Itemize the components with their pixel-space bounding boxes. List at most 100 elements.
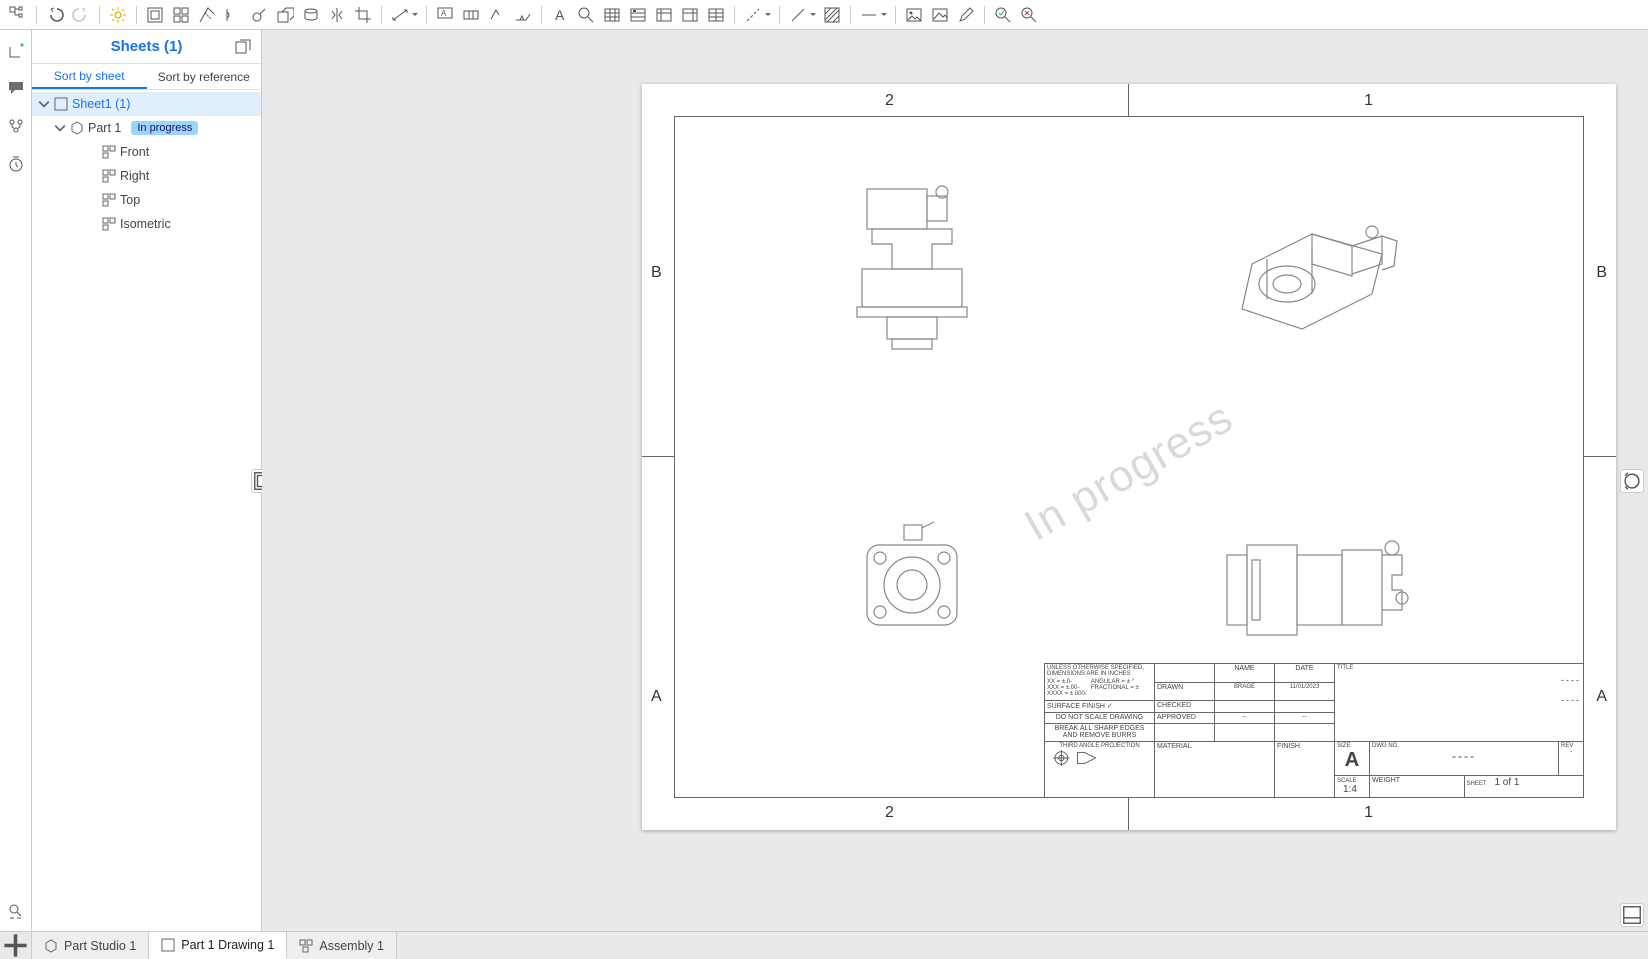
left-rail [0, 30, 32, 931]
dimension-icon[interactable] [388, 3, 412, 27]
revolve-section-icon[interactable] [299, 3, 323, 27]
drawing-sheet[interactable]: 2 1 2 1 B B A A [642, 84, 1616, 830]
zone-divider [1584, 456, 1616, 457]
add-tab-button[interactable] [0, 932, 32, 959]
zone-divider [1128, 798, 1129, 830]
note-icon[interactable]: A [433, 3, 457, 27]
chat-icon[interactable] [4, 76, 28, 100]
zone-label: 1 [1364, 804, 1373, 822]
drawing-view-front[interactable] [842, 184, 982, 354]
drawing-view-right[interactable] [1222, 530, 1412, 650]
tb-title-h: TITLE [1337, 665, 1581, 671]
zone-divider [642, 456, 674, 457]
crop-icon[interactable] [351, 3, 375, 27]
mirror-view-icon[interactable] [325, 3, 349, 27]
redo-icon[interactable] [69, 3, 93, 27]
picture-icon[interactable] [928, 3, 952, 27]
gear-icon[interactable] [106, 3, 130, 27]
versions-icon[interactable] [4, 114, 28, 138]
tb-spec: UNLESS OTHERWISE SPECIFIED, DIMENSIONS A… [1047, 665, 1152, 677]
tb-date-h: DATE [1275, 664, 1335, 683]
insert-view-icon[interactable] [143, 3, 167, 27]
revision-table-icon[interactable] [678, 3, 702, 27]
tab-drawing[interactable]: Part 1 Drawing 1 [149, 932, 287, 959]
inspect-pass-icon[interactable] [991, 3, 1015, 27]
tab-part-studio[interactable]: Part Studio 1 [32, 932, 149, 959]
tab-label: Part Studio 1 [64, 939, 136, 953]
tree-view-top[interactable]: Top [32, 188, 261, 212]
undo-icon[interactable] [43, 3, 67, 27]
tree-sheet-label: Sheet1 (1) [72, 97, 130, 111]
separator [779, 6, 780, 24]
weld-icon[interactable] [511, 3, 535, 27]
break-view-icon[interactable] [221, 3, 245, 27]
magnify-icon[interactable] [574, 3, 598, 27]
tree-sheet[interactable]: Sheet1 (1) [32, 92, 261, 116]
separator [895, 6, 896, 24]
tb-size-v: A [1337, 749, 1367, 772]
hatch-icon[interactable] [820, 3, 844, 27]
zone-label: 2 [885, 92, 894, 110]
tree-part[interactable]: Part 1 In progress [32, 116, 261, 140]
sort-by-sheet-tab[interactable]: Sort by sheet [32, 64, 147, 89]
drawing-view-isometric[interactable] [1222, 194, 1422, 354]
part-studio-icon [44, 939, 58, 953]
text-icon[interactable]: A [548, 3, 572, 27]
auxiliary-view-icon[interactable] [273, 3, 297, 27]
tree-view-right[interactable]: Right [32, 164, 261, 188]
section-view-icon[interactable] [195, 3, 219, 27]
zone-label: A [651, 688, 662, 706]
cut-list-icon[interactable] [704, 3, 728, 27]
separator [734, 6, 735, 24]
centerline-icon[interactable] [741, 3, 765, 27]
separator [381, 6, 382, 24]
drawing-canvas[interactable]: 2 1 2 1 B B A A [262, 30, 1648, 931]
bom-icon[interactable] [652, 3, 676, 27]
history-icon[interactable] [4, 152, 28, 176]
table-icon[interactable] [600, 3, 624, 27]
bottom-panel-toggle-icon[interactable] [1620, 903, 1644, 927]
inspect-fail-icon[interactable] [1017, 3, 1041, 27]
tab-assembly[interactable]: Assembly 1 [287, 932, 397, 959]
tb-sheet-v: 1 of 1 [1494, 777, 1519, 788]
panel-title: Sheets (1) [111, 38, 183, 55]
image-icon[interactable] [902, 3, 926, 27]
chevron-down-icon[interactable] [54, 122, 66, 134]
line-style-icon[interactable] [857, 3, 881, 27]
tb-rev-v: - [1561, 749, 1581, 756]
separator [541, 6, 542, 24]
hole-table-icon[interactable] [626, 3, 650, 27]
sheet-icon [54, 97, 68, 111]
search-tree-icon[interactable] [4, 899, 28, 923]
tree-view-isometric[interactable]: Isometric [32, 212, 261, 236]
title-block[interactable]: UNLESS OTHERWISE SPECIFIED, DIMENSIONS A… [1044, 663, 1584, 798]
view-icon [102, 217, 116, 231]
tree-view-front[interactable]: Front [32, 140, 261, 164]
sort-tabs: Sort by sheet Sort by reference [32, 64, 261, 90]
tb-weight-h: WEIGHT [1370, 775, 1465, 797]
add-view-icon[interactable] [4, 38, 28, 62]
surface-finish-icon[interactable] [485, 3, 509, 27]
four-views-icon[interactable] [169, 3, 193, 27]
assembly-icon [299, 939, 313, 953]
document-tabs: Part Studio 1 Part 1 Drawing 1 Assembly … [0, 931, 1648, 959]
projection-symbol-icon [1047, 749, 1117, 767]
edit-icon[interactable] [954, 3, 978, 27]
right-panel-toggle-icon[interactable] [1620, 469, 1644, 493]
chevron-down-icon[interactable] [38, 98, 50, 110]
tb-nodim: DO NOT SCALE DRAWING [1045, 712, 1155, 723]
tb-name-h: NAME [1215, 664, 1275, 683]
detail-view-icon[interactable] [247, 3, 271, 27]
tb-scale-v: 1:4 [1343, 784, 1357, 795]
drawing-view-top[interactable] [842, 520, 982, 650]
detach-panel-icon[interactable] [235, 39, 251, 55]
geometric-tolerance-icon[interactable] [459, 3, 483, 27]
zone-divider [1128, 84, 1129, 116]
main-toolbar: A A [0, 0, 1648, 30]
sort-by-reference-tab[interactable]: Sort by reference [147, 64, 262, 89]
tb-title-v: ---- [1337, 675, 1581, 685]
line-icon[interactable] [786, 3, 810, 27]
feature-tree-icon[interactable] [6, 3, 30, 27]
tb-break: BREAK ALL SHARP EDGES AND REMOVE BURRS [1045, 723, 1155, 741]
tree-view-label: Isometric [120, 217, 171, 231]
